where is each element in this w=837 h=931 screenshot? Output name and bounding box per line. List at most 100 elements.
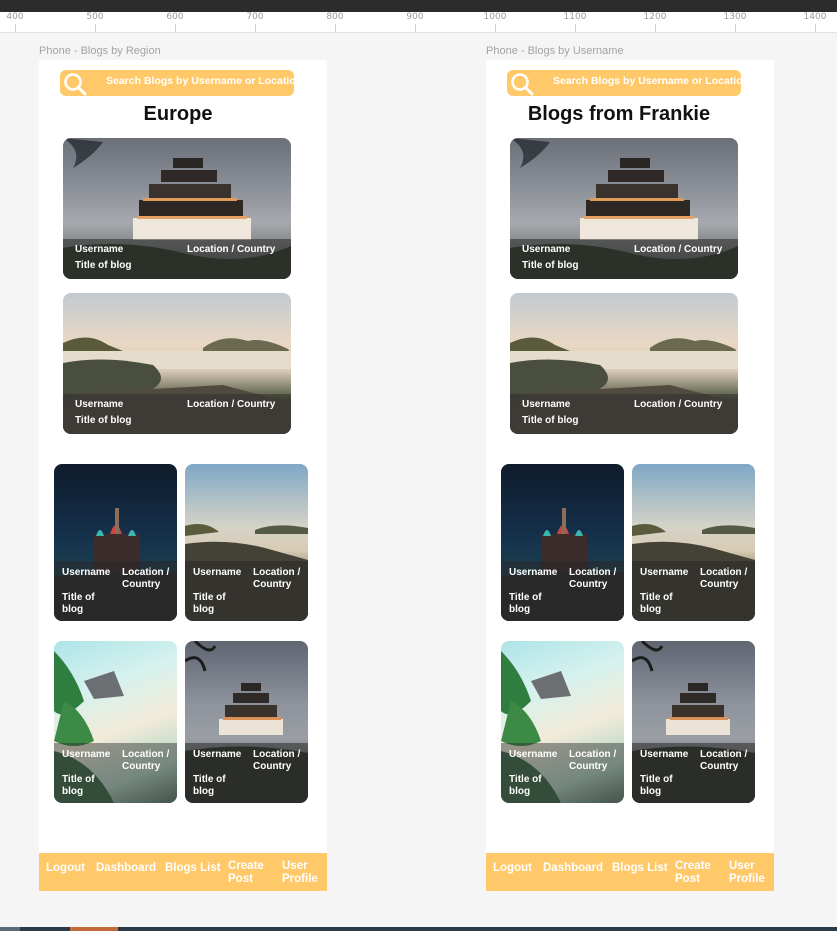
bottom-bar-segment — [0, 927, 20, 931]
ruler-tick: 400 — [0, 12, 35, 32]
search-icon — [64, 73, 87, 96]
nav-logout[interactable]: Logout — [46, 862, 85, 875]
blog-card[interactable]: Username Location / Country Title of blo… — [510, 293, 738, 434]
card-title-line-2: blog — [640, 604, 662, 615]
card-location-line-1: Location / — [700, 567, 748, 578]
page-title: Blogs from Frankie — [527, 103, 711, 125]
nav-create-post[interactable]: Create Post — [675, 860, 711, 886]
ruler-tick: 1200 — [635, 12, 675, 32]
nav-create-post-line-1: Create — [228, 860, 264, 872]
card-title: Title of blog — [522, 415, 579, 426]
blog-card[interactable]: Username Location / Country Title of blo… — [632, 641, 755, 803]
card-location-line-2: Country — [569, 579, 608, 590]
bottom-navigation: Logout Dashboard Blogs List Create Post … — [486, 853, 774, 891]
nav-create-post-line-2: Post — [228, 873, 253, 885]
nav-user-profile-line-2: Profile — [729, 873, 765, 885]
nav-user-profile[interactable]: User Profile — [729, 860, 765, 886]
card-title-line-2: blog — [193, 604, 215, 615]
nav-user-profile-line-1: User — [282, 860, 308, 872]
card-location-line-2: Country — [569, 761, 608, 772]
card-location-line-1: Location / — [569, 567, 617, 578]
card-location: Location / Country — [187, 399, 276, 410]
card-username: Username — [75, 244, 124, 255]
ruler-tick: 1300 — [715, 12, 755, 32]
card-username: Username — [640, 749, 689, 760]
card-location-line-1: Location / — [253, 567, 301, 578]
blog-card[interactable]: Username Location / Country Title of blo… — [54, 641, 177, 803]
card-username: Username — [193, 567, 242, 578]
card-location-line-2: Country — [253, 761, 292, 772]
card-location-line-2: Country — [700, 761, 739, 772]
card-location-line-2: Country — [253, 579, 292, 590]
nav-user-profile-line-2: Profile — [282, 873, 318, 885]
ruler-tick: 1000 — [475, 12, 515, 32]
card-location: Location / Country — [187, 244, 276, 255]
nav-create-post[interactable]: Create Post — [228, 860, 264, 886]
nav-logout[interactable]: Logout — [493, 862, 532, 875]
nav-blogs-list[interactable]: Blogs List — [612, 862, 668, 875]
frame-label[interactable]: Phone - Blogs by Username — [486, 45, 624, 57]
ruler-tick: 500 — [75, 12, 115, 32]
blog-card[interactable]: Username Location / Country Title of blo… — [54, 464, 177, 621]
nav-user-profile[interactable]: User Profile — [282, 860, 318, 886]
card-username: Username — [522, 399, 571, 410]
card-title-line-1: Title of — [62, 592, 95, 603]
nav-dashboard[interactable]: Dashboard — [96, 862, 156, 875]
nav-user-profile-line-1: User — [729, 860, 755, 872]
card-title: Title of blog — [75, 260, 132, 271]
ruler-tick: 600 — [155, 12, 195, 32]
app-bottom-bar — [0, 927, 837, 931]
card-title-line-1: Title of — [640, 774, 673, 785]
card-title-line-1: Title of — [509, 592, 542, 603]
card-location-line-1: Location / — [122, 749, 170, 760]
card-title-line-1: Title of — [62, 774, 95, 785]
search-bar[interactable]: Search Blogs by Username or Location — [507, 70, 749, 96]
card-location-line-2: Country — [700, 579, 739, 590]
horizontal-ruler: 400 500 600 700 800 900 1000 1100 1200 1… — [0, 12, 837, 33]
card-title: Title of blog — [75, 415, 132, 426]
card-location-line-2: Country — [122, 761, 161, 772]
card-username: Username — [509, 567, 558, 578]
bottom-bar-segment — [70, 927, 118, 931]
blog-card[interactable]: Username Location / Country Title of blo… — [63, 138, 291, 279]
card-username: Username — [75, 399, 124, 410]
card-title-line-2: blog — [640, 786, 662, 797]
frame-label[interactable]: Phone - Blogs by Region — [39, 45, 161, 57]
page-title: Europe — [143, 103, 213, 125]
ruler-tick: 1100 — [555, 12, 595, 32]
card-username: Username — [193, 749, 242, 760]
ruler-tick: 800 — [315, 12, 355, 32]
phone-frame-blogs-by-username: Search Blogs by Username or Location Blo… — [486, 60, 774, 891]
app-top-bar — [0, 0, 837, 12]
card-location-line-1: Location / — [122, 567, 170, 578]
blog-card[interactable]: Username Location / Country Title of blo… — [632, 464, 755, 621]
blog-card[interactable]: Username Location / Country Title of blo… — [63, 293, 291, 434]
card-location-line-1: Location / — [700, 749, 748, 760]
card-location-line-1: Location / — [253, 749, 301, 760]
card-title-line-2: blog — [62, 786, 84, 797]
card-title-line-1: Title of — [193, 592, 226, 603]
search-placeholder: Search Blogs by Username or Location — [553, 75, 750, 87]
blog-card[interactable]: Username Location / Country Title of blo… — [501, 464, 624, 621]
card-title-line-2: blog — [193, 786, 215, 797]
card-location: Location / Country — [634, 399, 723, 410]
search-placeholder: Search Blogs by Username or Location — [106, 75, 303, 87]
nav-dashboard[interactable]: Dashboard — [543, 862, 603, 875]
card-title-line-1: Title of — [640, 592, 673, 603]
card-title-line-1: Title of — [193, 774, 226, 785]
card-username: Username — [509, 749, 558, 760]
card-username: Username — [522, 244, 571, 255]
blog-card[interactable]: Username Location / Country Title of blo… — [501, 641, 624, 803]
search-bar[interactable]: Search Blogs by Username or Location — [60, 70, 302, 96]
card-location-line-1: Location / — [569, 749, 617, 760]
card-username: Username — [62, 567, 111, 578]
card-location: Location / Country — [634, 244, 723, 255]
card-title-line-1: Title of — [509, 774, 542, 785]
nav-create-post-line-2: Post — [675, 873, 700, 885]
blog-card[interactable]: Username Location / Country Title of blo… — [185, 464, 308, 621]
search-icon — [511, 73, 534, 96]
nav-blogs-list[interactable]: Blogs List — [165, 862, 221, 875]
blog-card[interactable]: Username Location / Country Title of blo… — [510, 138, 738, 279]
nav-create-post-line-1: Create — [675, 860, 711, 872]
blog-card[interactable]: Username Location / Country Title of blo… — [185, 641, 308, 803]
